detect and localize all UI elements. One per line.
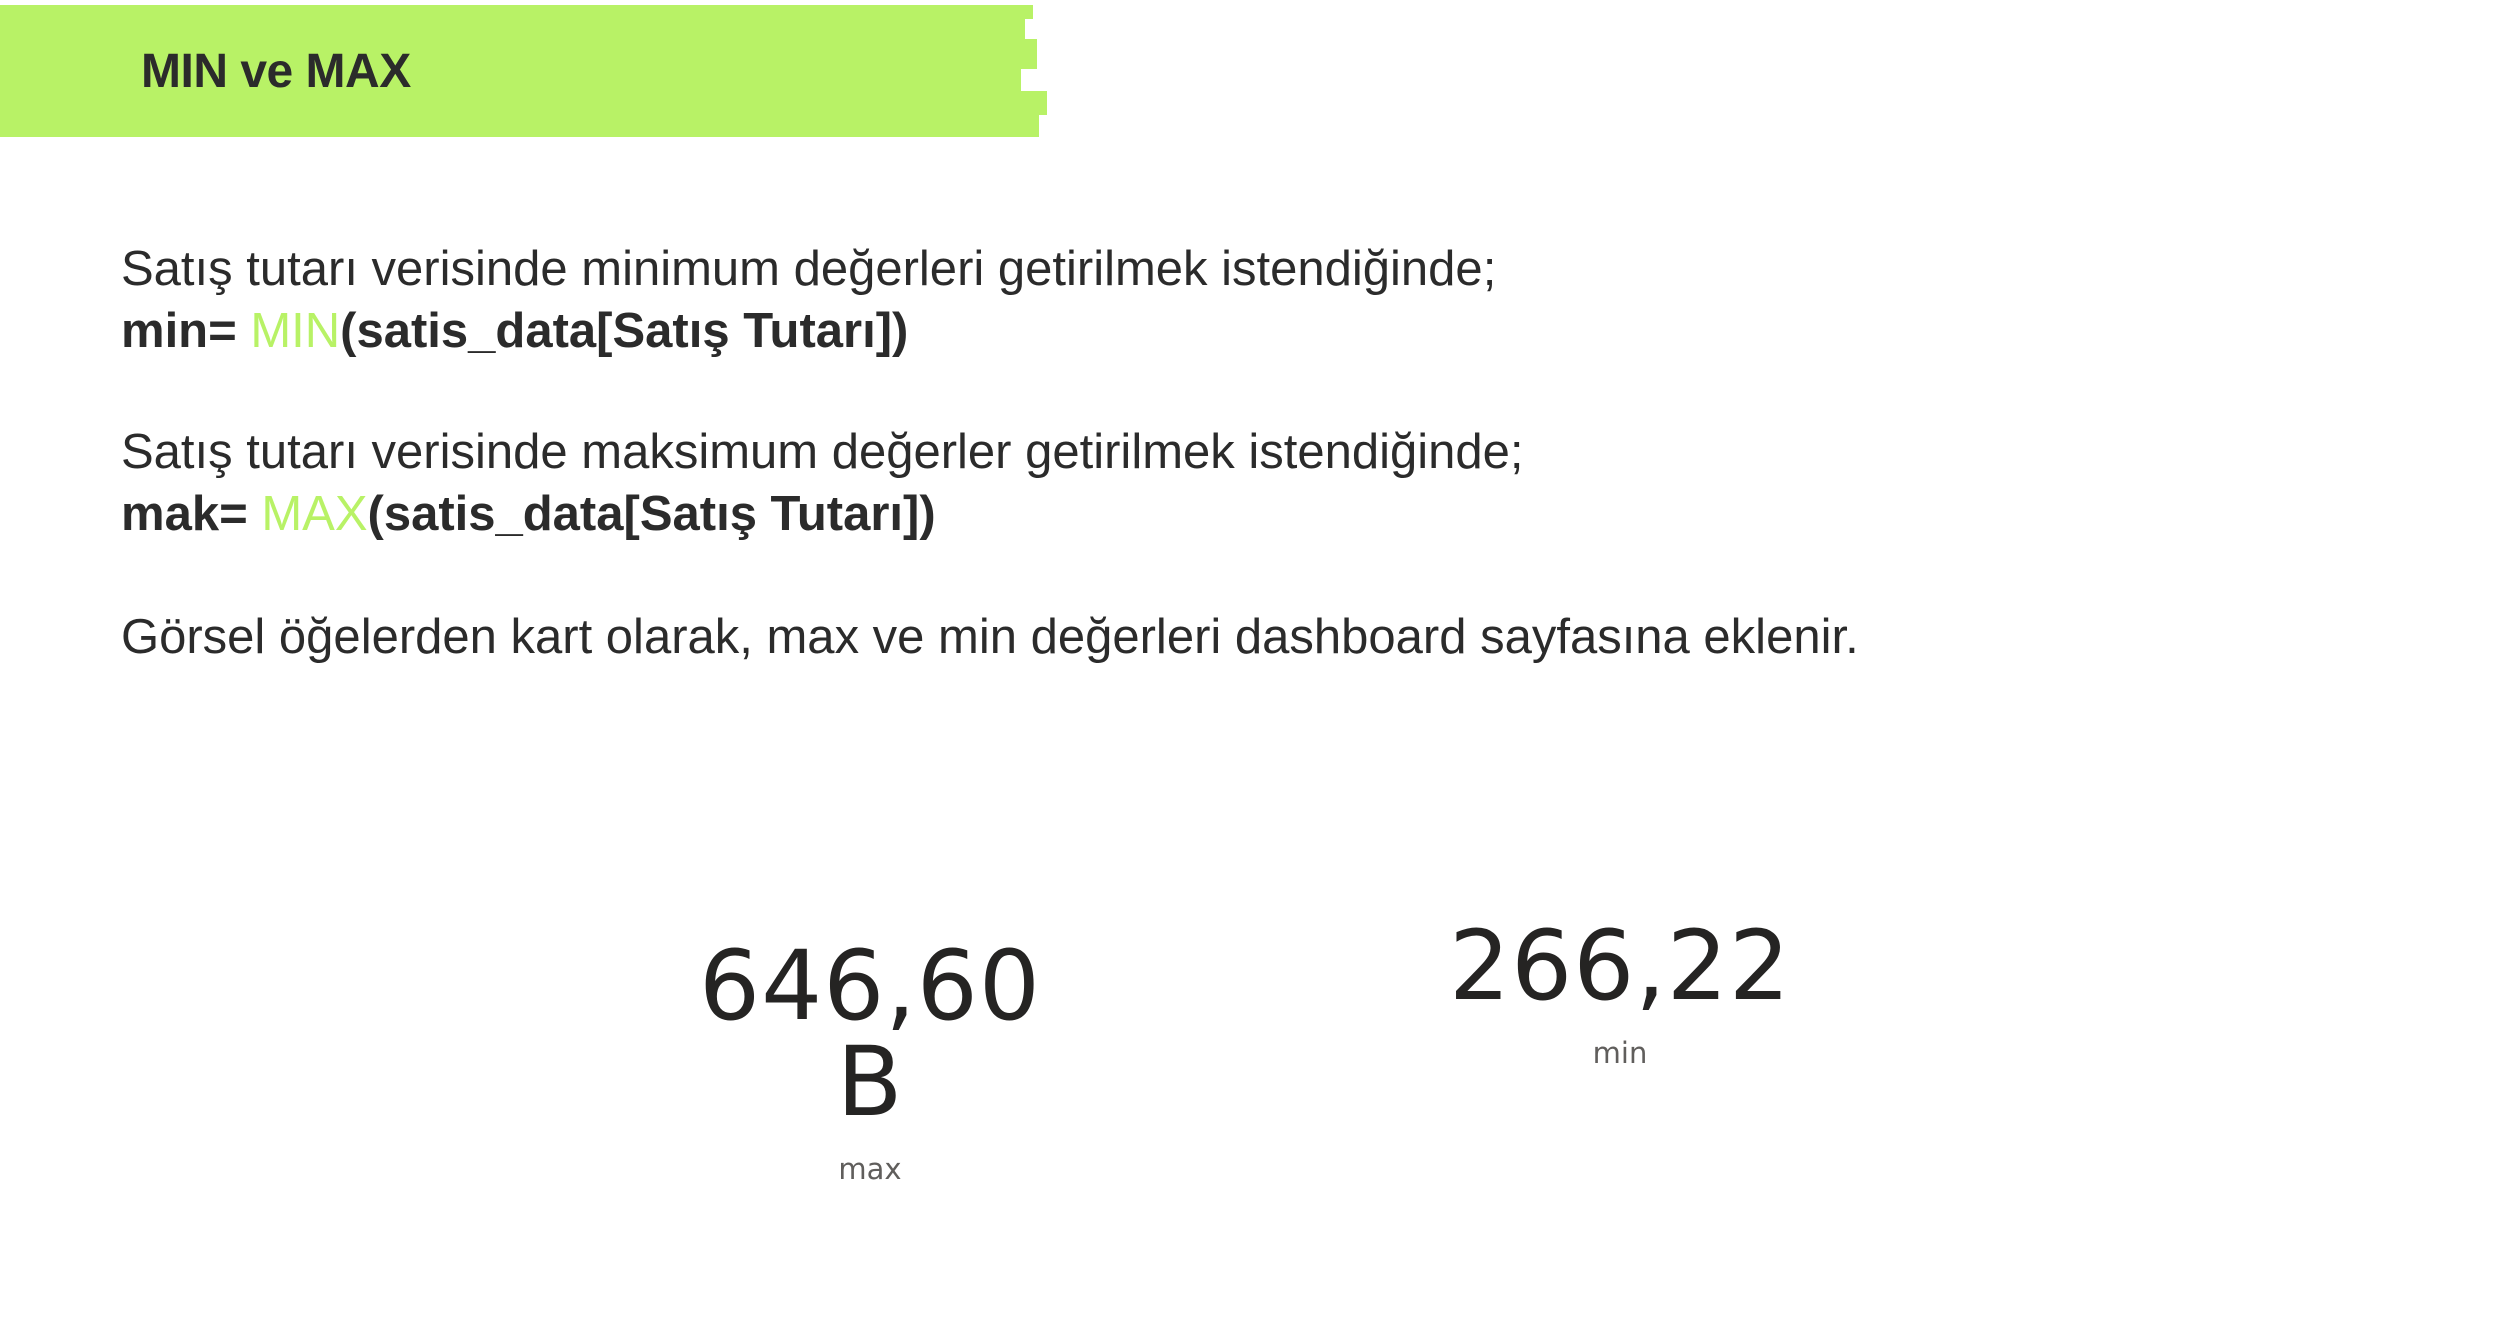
max-formula: mak= MAX(satis_data[Satış Tutarı]) bbox=[121, 487, 936, 541]
min-card-value: 266,22 bbox=[1449, 910, 1791, 1022]
max-card-value: 646,60 B bbox=[699, 930, 1041, 1138]
min-section: Satış tutarı verisinde minimum değerleri… bbox=[121, 238, 1496, 362]
page-title: MIN ve MAX bbox=[141, 45, 411, 98]
min-card-label: min bbox=[1592, 1036, 1648, 1070]
max-formula-prefix: mak= bbox=[121, 487, 262, 541]
max-section: Satış tutarı verisinde maksimum değerler… bbox=[121, 421, 1524, 545]
max-description: Satış tutarı verisinde maksimum değerler… bbox=[121, 425, 1524, 479]
max-card-label: max bbox=[838, 1152, 902, 1186]
slide-page: MIN ve MAX Satış tutarı verisinde minimu… bbox=[0, 0, 2516, 1328]
max-function-name: MAX bbox=[261, 487, 368, 541]
card-note: Görsel öğelerden kart olarak, max ve min… bbox=[121, 610, 1859, 664]
min-function-name: MIN bbox=[250, 304, 341, 358]
min-card[interactable]: 266,22 min bbox=[1430, 918, 1810, 1070]
min-description: Satış tutarı verisinde minimum değerleri… bbox=[121, 242, 1497, 296]
banner-pixel-edge bbox=[995, 5, 1055, 137]
min-formula-prefix: min= bbox=[121, 304, 251, 358]
min-formula-argument: (satis_data[Satış Tutarı]) bbox=[340, 304, 909, 358]
max-formula-argument: (satis_data[Satış Tutarı]) bbox=[367, 487, 936, 541]
min-formula: min= MIN(satis_data[Satış Tutarı]) bbox=[121, 304, 908, 358]
max-card[interactable]: 646,60 B max bbox=[660, 938, 1080, 1186]
